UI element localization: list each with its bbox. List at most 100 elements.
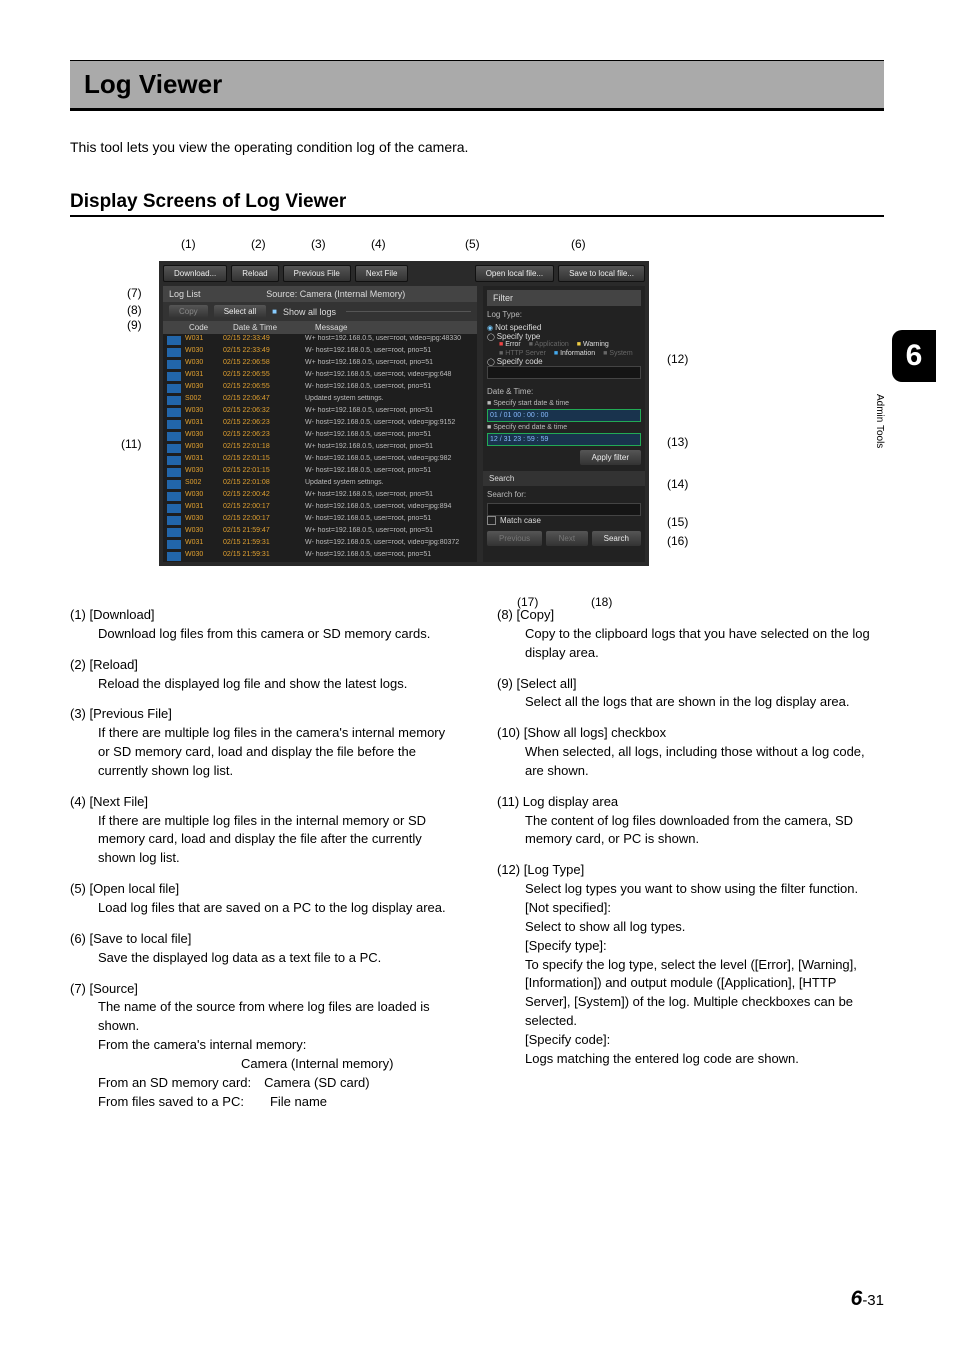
next-button[interactable]: Next: [546, 531, 588, 546]
description-label: (8) [Copy]: [497, 606, 884, 625]
log-viewer-ui: Download... Reload Previous File Next Fi…: [159, 261, 649, 566]
table-row[interactable]: W03002/15 21:59:31W- host=192.168.0.5, u…: [163, 550, 477, 562]
end-date-checkbox[interactable]: Specify end date & time: [493, 424, 567, 431]
page-number: 6-31: [851, 1287, 884, 1311]
log-table-header: Code Date & Time Message: [163, 321, 477, 334]
table-row[interactable]: W03002/15 22:01:18W+ host=192.168.0.5, u…: [163, 442, 477, 454]
search-for-label: Search for:: [487, 490, 641, 499]
description-label: (6) [Save to local file]: [70, 930, 457, 949]
description-item: (6) [Save to local file]Save the display…: [70, 930, 457, 968]
callout-1: (1): [181, 237, 196, 251]
system-checkbox[interactable]: System: [603, 350, 633, 357]
callout-3: (3): [311, 237, 326, 251]
description-item: (5) [Open local file]Load log files that…: [70, 880, 457, 918]
previous-button[interactable]: Previous: [487, 531, 542, 546]
description-item: (12) [Log Type]Select log types you want…: [497, 861, 884, 1068]
description-body: The content of log files downloaded from…: [497, 812, 884, 850]
description-body: Select log types you want to show using …: [497, 880, 884, 1068]
start-date-input[interactable]: 01 / 01 00 : 00 : 00: [487, 409, 641, 422]
th-message: Message: [315, 323, 473, 332]
table-row[interactable]: W03002/15 22:33:49W- host=192.168.0.5, u…: [163, 346, 477, 358]
date-time-label: Date & Time:: [487, 387, 641, 396]
description-label: (5) [Open local file]: [70, 880, 457, 899]
section-title: Log Viewer: [70, 61, 884, 108]
search-input[interactable]: [487, 503, 641, 516]
table-row[interactable]: W03102/15 22:33:49W+ host=192.168.0.5, u…: [163, 334, 477, 346]
description-body: Select all the logs that are shown in th…: [497, 693, 884, 712]
callout-17: (17): [517, 595, 538, 609]
description-label: (4) [Next File]: [70, 793, 457, 812]
warning-checkbox[interactable]: Warning: [577, 341, 609, 348]
show-all-logs-checkbox[interactable]: Show all logs: [283, 307, 336, 317]
filter-panel: Filter Log Type: Not specified Specify t…: [483, 286, 645, 562]
application-checkbox[interactable]: Application: [529, 341, 569, 348]
search-title: Search: [483, 471, 645, 486]
open-local-file-button[interactable]: Open local file...: [475, 265, 554, 282]
apply-filter-button[interactable]: Apply filter: [580, 450, 641, 465]
table-row[interactable]: W03102/15 21:59:31W- host=192.168.0.5, u…: [163, 538, 477, 550]
specify-code-input[interactable]: [487, 366, 641, 379]
type-checkbox-group: Error Application Warning HTTP Server In…: [487, 341, 641, 357]
table-row[interactable]: W03002/15 22:06:58W+ host=192.168.0.5, u…: [163, 358, 477, 370]
start-date-checkbox[interactable]: Specify start date & time: [493, 400, 569, 407]
table-row[interactable]: W03102/15 22:06:55W- host=192.168.0.5, u…: [163, 370, 477, 382]
search-button[interactable]: Search: [592, 531, 641, 546]
previous-file-button[interactable]: Previous File: [283, 265, 351, 282]
table-row[interactable]: W03002/15 22:00:42W+ host=192.168.0.5, u…: [163, 490, 477, 502]
download-button[interactable]: Download...: [163, 265, 227, 282]
table-row[interactable]: W03102/15 22:00:17W- host=192.168.0.5, u…: [163, 502, 477, 514]
description-label: (10) [Show all logs] checkbox: [497, 724, 884, 743]
callout-13: (13): [667, 435, 688, 449]
log-list-panel: Log List Source: Camera (Internal Memory…: [163, 286, 477, 562]
chapter-label: Admin Tools: [874, 394, 911, 448]
description-body: When selected, all logs, including those…: [497, 743, 884, 781]
table-row[interactable]: W03002/15 22:01:15W- host=192.168.0.5, u…: [163, 466, 477, 478]
match-case-checkbox[interactable]: Match case: [500, 516, 541, 525]
intro-text: This tool lets you view the operating co…: [70, 139, 884, 155]
specify-code-radio[interactable]: Specify code: [487, 357, 641, 366]
next-file-button[interactable]: Next File: [355, 265, 409, 282]
description-label: (9) [Select all]: [497, 675, 884, 694]
table-row[interactable]: S00202/15 22:01:08Updated system setting…: [163, 478, 477, 490]
table-row[interactable]: W03002/15 22:06:32W+ host=192.168.0.5, u…: [163, 406, 477, 418]
table-row[interactable]: W03002/15 21:59:47W+ host=192.168.0.5, u…: [163, 526, 477, 538]
table-row[interactable]: W03102/15 22:01:15W- host=192.168.0.5, u…: [163, 454, 477, 466]
end-date-input[interactable]: 12 / 31 23 : 59 : 59: [487, 433, 641, 446]
description-body: The name of the source from where log fi…: [70, 998, 457, 1111]
description-item: (1) [Download]Download log files from th…: [70, 606, 457, 644]
th-code: Code: [189, 323, 229, 332]
not-specified-radio[interactable]: Not specified: [487, 323, 641, 332]
callout-5: (5): [465, 237, 480, 251]
error-checkbox[interactable]: Error: [499, 341, 521, 348]
callout-2: (2): [251, 237, 266, 251]
description-item: (11) Log display areaThe content of log …: [497, 793, 884, 850]
source-label: Source: Camera (Internal Memory): [201, 289, 471, 299]
chapter-tab: 6 Admin Tools: [874, 330, 954, 448]
callout-6: (6): [571, 237, 586, 251]
table-row[interactable]: W03002/15 22:00:17W- host=192.168.0.5, u…: [163, 514, 477, 526]
copy-button[interactable]: Copy: [169, 305, 208, 318]
main-toolbar: Download... Reload Previous File Next Fi…: [163, 265, 645, 282]
specify-type-radio[interactable]: Specify type: [487, 332, 641, 341]
description-item: (10) [Show all logs] checkboxWhen select…: [497, 724, 884, 781]
information-checkbox[interactable]: Information: [554, 350, 595, 357]
save-local-file-button[interactable]: Save to local file...: [558, 265, 645, 282]
log-display-area[interactable]: W03102/15 22:33:49W+ host=192.168.0.5, u…: [163, 334, 477, 562]
table-row[interactable]: W03102/15 22:06:23W- host=192.168.0.5, u…: [163, 418, 477, 430]
table-row[interactable]: W03002/15 22:06:55W- host=192.168.0.5, u…: [163, 382, 477, 394]
subsection-title: Display Screens of Log Viewer: [70, 191, 884, 217]
screenshot-area: (1) (2) (3) (4) (5) (6) (7) (8) (9) (11)…: [117, 237, 837, 566]
description-label: (2) [Reload]: [70, 656, 457, 675]
description-label: (12) [Log Type]: [497, 861, 884, 880]
description-item: (2) [Reload]Reload the displayed log fil…: [70, 656, 457, 694]
table-row[interactable]: W03002/15 22:06:23W- host=192.168.0.5, u…: [163, 430, 477, 442]
select-all-button[interactable]: Select all: [214, 305, 266, 318]
filter-title: Filter: [487, 290, 641, 306]
http-server-checkbox[interactable]: HTTP Server: [499, 350, 546, 357]
description-body: Reload the displayed log file and show t…: [70, 675, 457, 694]
page-number-chapter: 6: [851, 1287, 863, 1310]
table-row[interactable]: S00202/15 22:06:47Updated system setting…: [163, 394, 477, 406]
reload-button[interactable]: Reload: [231, 265, 278, 282]
description-label: (7) [Source]: [70, 980, 457, 999]
description-body: Copy to the clipboard logs that you have…: [497, 625, 884, 663]
